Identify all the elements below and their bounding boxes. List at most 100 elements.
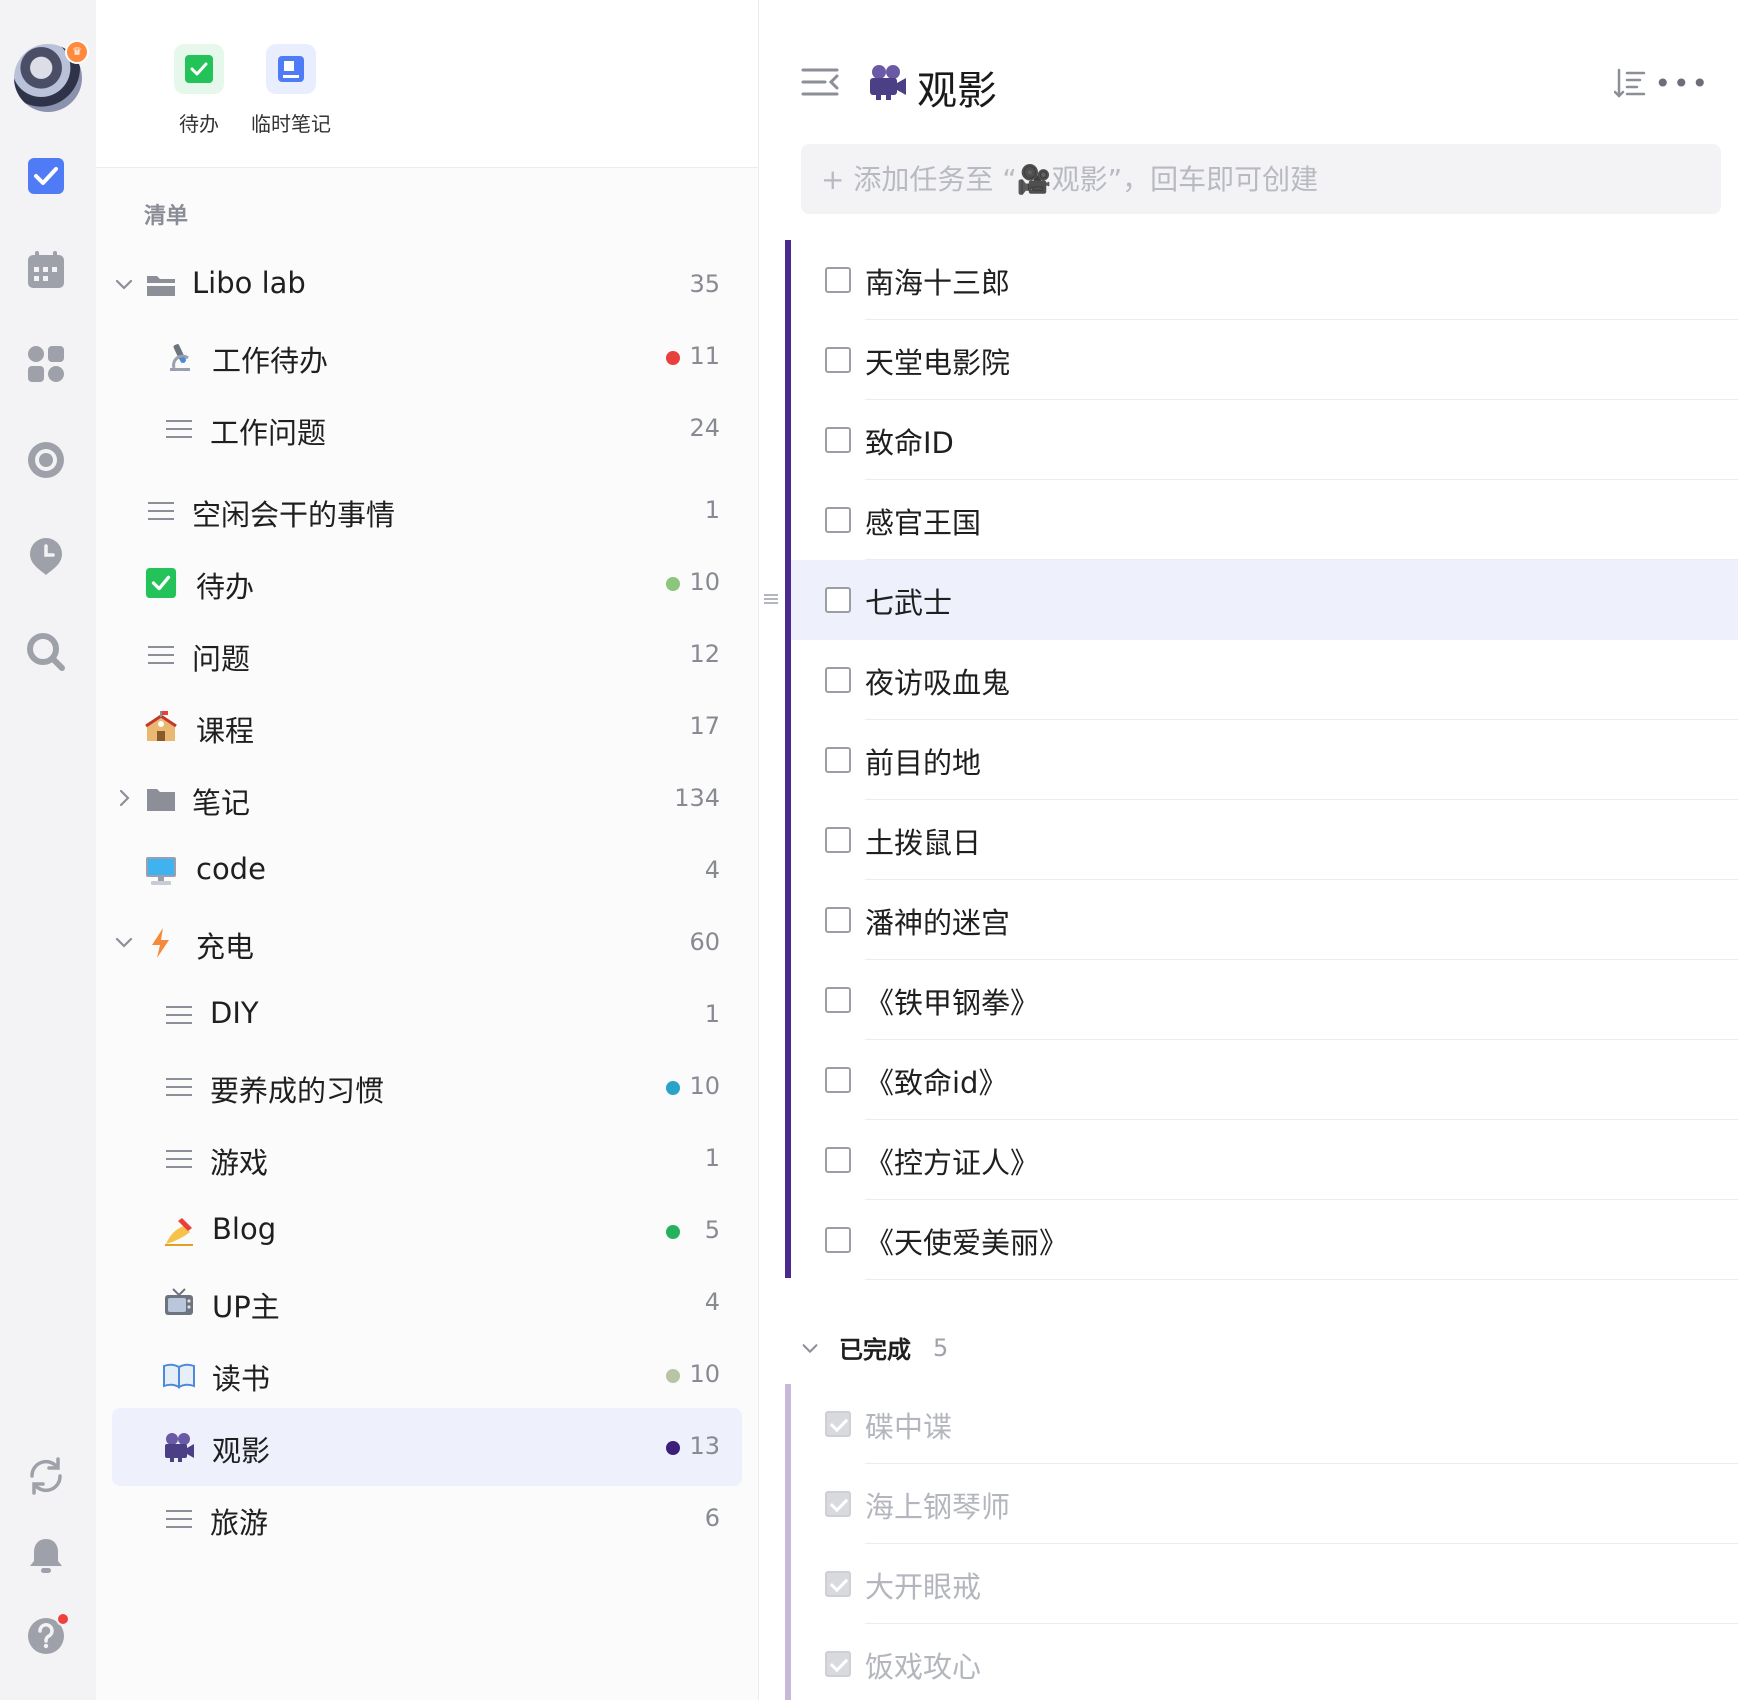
- sidebar-item-issues[interactable]: 问题 12: [112, 616, 742, 694]
- task-title[interactable]: 饭戏攻心: [865, 1644, 981, 1686]
- task-checkbox-checked[interactable]: [825, 1411, 851, 1437]
- task-title[interactable]: 天堂电影院: [865, 340, 1010, 382]
- task-checkbox[interactable]: [825, 587, 851, 613]
- task-row[interactable]: 《天使爱美丽》: [791, 1200, 1738, 1280]
- task-checkbox[interactable]: [825, 507, 851, 533]
- checkbox-icon: [174, 44, 224, 94]
- completed-task-row[interactable]: 海上钢琴师: [791, 1464, 1738, 1544]
- task-checkbox[interactable]: [825, 1147, 851, 1173]
- sidebar-item-notes[interactable]: 笔记 134: [112, 760, 742, 838]
- sync-icon[interactable]: [22, 1452, 70, 1500]
- sidebar-item-work-issues[interactable]: 工作问题 24: [112, 390, 742, 468]
- sidebar-item-work-todo[interactable]: 工作待办 11: [112, 318, 742, 396]
- item-count: 1: [704, 1144, 720, 1172]
- completed-task-row[interactable]: 饭戏攻心: [791, 1624, 1738, 1704]
- sidebar-item-movies[interactable]: 观影 13: [112, 1408, 742, 1486]
- item-count: 4: [704, 1288, 720, 1316]
- sidebar-item-charge[interactable]: 充电 60: [112, 904, 742, 982]
- task-row[interactable]: 南海十三郎: [791, 240, 1738, 320]
- sidebar-item-code[interactable]: code 4: [112, 832, 742, 910]
- task-row[interactable]: 致命ID: [791, 400, 1738, 480]
- grid-icon[interactable]: [22, 340, 70, 388]
- task-title[interactable]: 《控方证人》: [865, 1140, 1039, 1182]
- task-title[interactable]: 感官王国: [865, 500, 981, 542]
- task-checkbox[interactable]: [825, 987, 851, 1013]
- task-row[interactable]: 感官王国: [791, 480, 1738, 560]
- task-checkbox[interactable]: [825, 827, 851, 853]
- completed-task-row[interactable]: 大开眼戒: [791, 1544, 1738, 1624]
- task-checkbox[interactable]: [825, 267, 851, 293]
- chevron-right-icon[interactable]: [112, 786, 136, 810]
- add-task-bar[interactable]: [801, 144, 1721, 214]
- task-row[interactable]: 夜访吸血鬼: [791, 640, 1738, 720]
- collapse-sidebar-icon[interactable]: [801, 66, 841, 98]
- note-icon: [266, 44, 316, 94]
- sidebar-item-up-creators[interactable]: UP主 4: [112, 1264, 742, 1342]
- task-row[interactable]: 土拨鼠日: [791, 800, 1738, 880]
- task-title[interactable]: 《致命id》: [865, 1060, 1007, 1102]
- task-row[interactable]: 《致命id》: [791, 1040, 1738, 1120]
- task-row[interactable]: 《控方证人》: [791, 1120, 1738, 1200]
- task-checkbox-checked[interactable]: [825, 1651, 851, 1677]
- task-row[interactable]: 七武士: [791, 560, 1738, 640]
- task-checkbox[interactable]: [825, 747, 851, 773]
- task-title[interactable]: 大开眼戒: [865, 1564, 981, 1606]
- item-count: 134: [674, 784, 720, 812]
- task-title[interactable]: 潘神的迷宫: [865, 900, 1010, 942]
- sidebar-item-habits[interactable]: 要养成的习惯 10: [112, 1048, 742, 1126]
- bell-icon[interactable]: [22, 1532, 70, 1580]
- add-task-input[interactable]: [821, 162, 1681, 196]
- task-row[interactable]: 潘神的迷宫: [791, 880, 1738, 960]
- more-icon[interactable]: •••: [1654, 70, 1710, 98]
- task-row[interactable]: 《铁甲钢拳》: [791, 960, 1738, 1040]
- task-title[interactable]: 碟中谍: [865, 1404, 952, 1446]
- color-dot: [666, 1369, 680, 1383]
- lists-section-label: 清单: [144, 204, 189, 229]
- habit-icon[interactable]: [22, 532, 70, 580]
- task-title[interactable]: 夜访吸血鬼: [865, 660, 1010, 702]
- sidebar-item-label: 读书: [212, 1362, 271, 1396]
- todo-icon[interactable]: [22, 152, 70, 200]
- sort-icon[interactable]: [1614, 68, 1646, 98]
- sidebar-item-diy[interactable]: DIY 1: [112, 976, 742, 1054]
- chevron-down-icon[interactable]: [112, 272, 136, 296]
- chevron-down-icon[interactable]: [799, 1337, 821, 1359]
- task-title[interactable]: 前目的地: [865, 740, 981, 782]
- task-checkbox[interactable]: [825, 1067, 851, 1093]
- sidebar-item-libo-lab[interactable]: Libo lab 35: [112, 246, 742, 324]
- task-title[interactable]: 致命ID: [865, 420, 954, 462]
- sidebar-item-blog[interactable]: Blog 5: [112, 1192, 742, 1270]
- sidebar-item-label: 空闲会干的事情: [192, 498, 396, 532]
- task-title[interactable]: 《天使爱美丽》: [865, 1220, 1068, 1262]
- chevron-down-icon[interactable]: [112, 930, 136, 954]
- task-row[interactable]: 前目的地: [791, 720, 1738, 800]
- task-row[interactable]: 天堂电影院: [791, 320, 1738, 400]
- quick-note-button[interactable]: 临时笔记: [236, 44, 346, 137]
- task-checkbox[interactable]: [825, 667, 851, 693]
- focus-icon[interactable]: [22, 436, 70, 484]
- task-checkbox[interactable]: [825, 347, 851, 373]
- sidebar-item-reading[interactable]: 读书 10: [112, 1336, 742, 1414]
- task-checkbox[interactable]: [825, 1227, 851, 1253]
- task-title[interactable]: 南海十三郎: [865, 260, 1010, 302]
- sidebar-item-travel[interactable]: 旅游 6: [112, 1480, 742, 1558]
- task-title[interactable]: 《铁甲钢拳》: [865, 980, 1039, 1022]
- task-checkbox-checked[interactable]: [825, 1491, 851, 1517]
- task-checkbox[interactable]: [825, 427, 851, 453]
- panel-resize-handle[interactable]: [762, 588, 780, 610]
- task-title[interactable]: 七武士: [865, 580, 952, 622]
- completed-task-row[interactable]: 碟中谍: [791, 1384, 1738, 1464]
- sidebar-item-todo[interactable]: 待办 10: [112, 544, 742, 622]
- sidebar-item-games[interactable]: 游戏 1: [112, 1120, 742, 1198]
- task-title[interactable]: 海上钢琴师: [865, 1484, 1010, 1526]
- task-checkbox[interactable]: [825, 907, 851, 933]
- completed-section-toggle[interactable]: 已完成 5: [799, 1330, 948, 1365]
- calendar-icon[interactable]: [22, 246, 70, 294]
- task-title[interactable]: 土拨鼠日: [865, 820, 981, 862]
- task-checkbox-checked[interactable]: [825, 1571, 851, 1597]
- search-icon[interactable]: [22, 628, 70, 676]
- sidebar-item-courses[interactable]: 课程 17: [112, 688, 742, 766]
- checkbox-icon: [144, 566, 178, 600]
- crown-icon: ♛: [65, 40, 89, 64]
- sidebar-item-free-time[interactable]: 空闲会干的事情 1: [112, 472, 742, 550]
